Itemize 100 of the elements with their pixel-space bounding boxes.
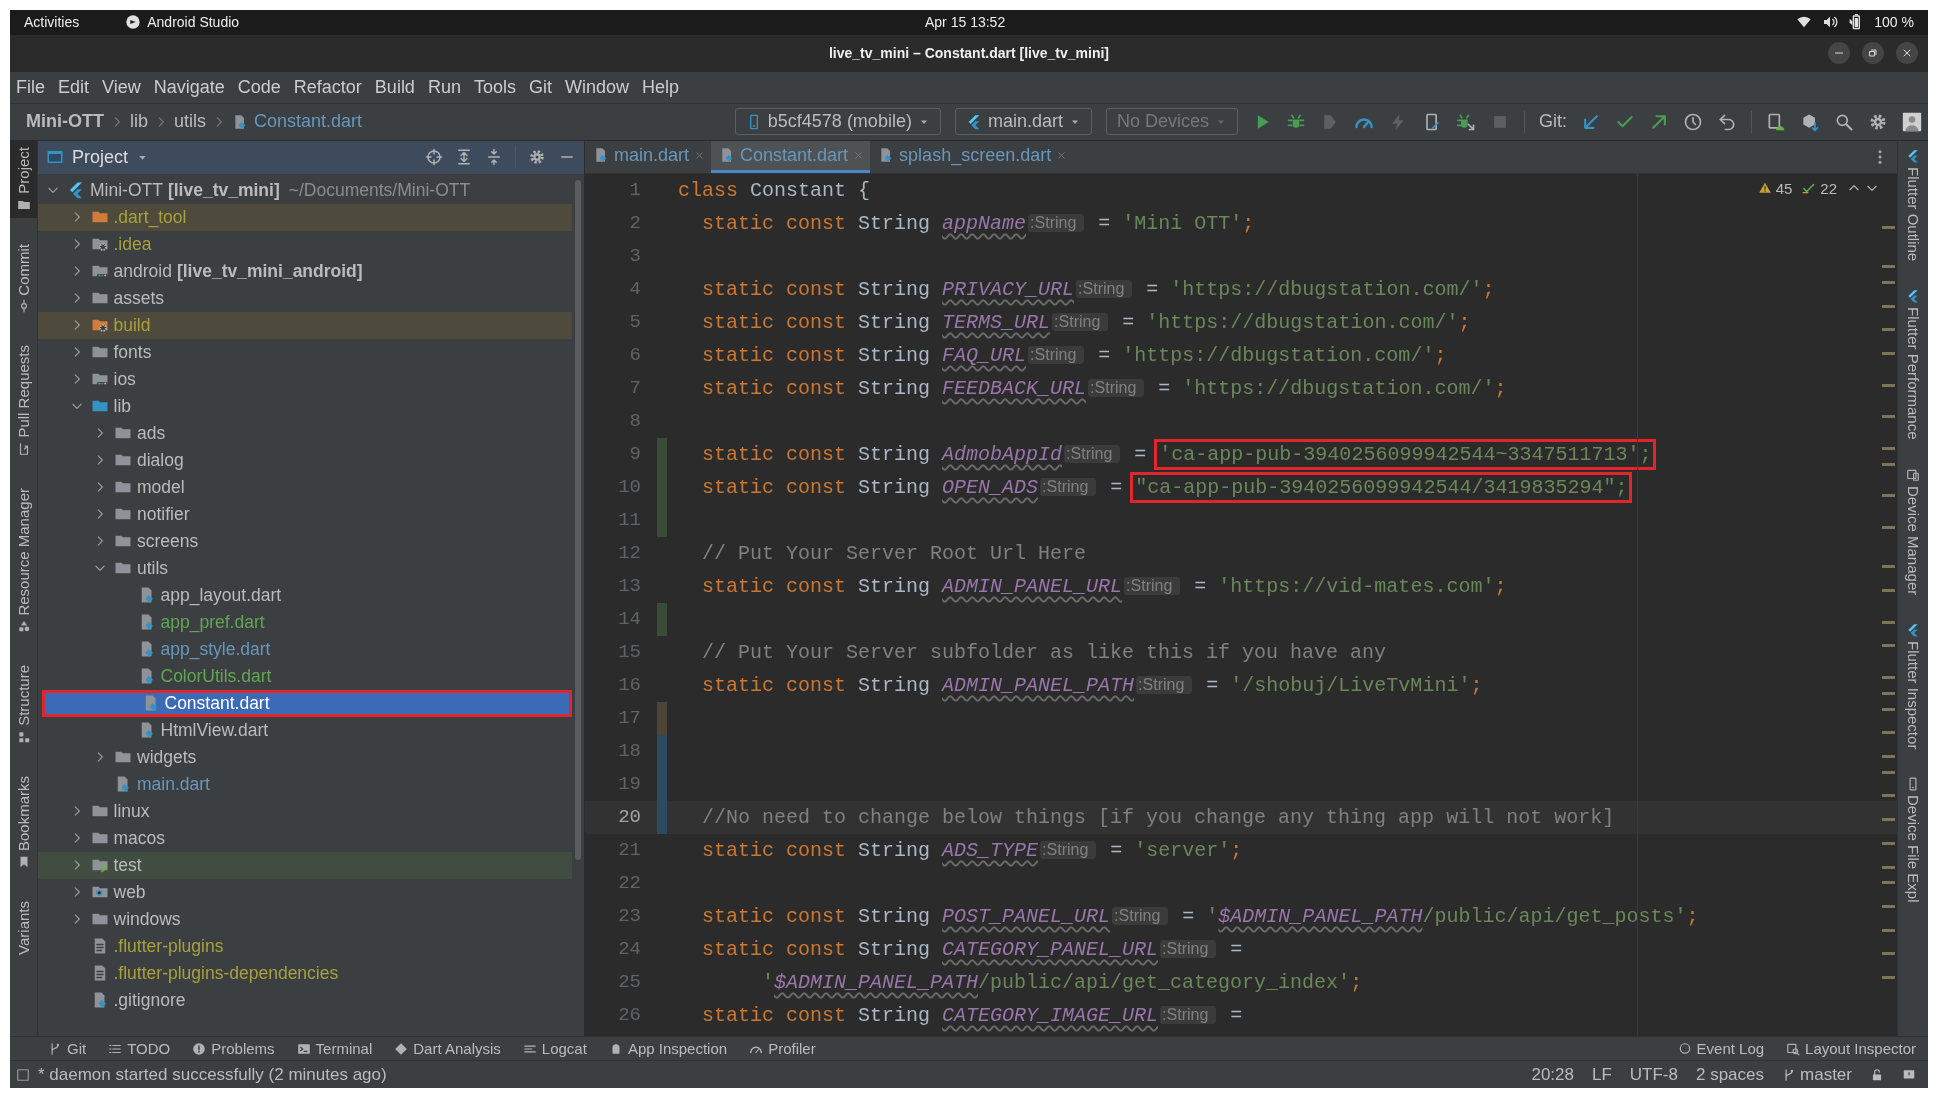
tree-item[interactable]: .idea [38,230,572,258]
tool-tab[interactable]: Logcat [522,1040,587,1058]
menu-item[interactable]: File [16,76,45,98]
tree-item[interactable]: notifier [38,500,572,528]
tool-tab[interactable]: Layout Inspector [1786,1040,1916,1058]
tool-window-tab[interactable]: Flutter Inspector [1904,622,1922,750]
attach-debugger-icon[interactable] [1456,111,1476,132]
tool-windows-icon[interactable] [16,1067,30,1082]
activities-button[interactable]: Activities [24,14,80,31]
tool-tab[interactable]: App Inspection [608,1040,728,1058]
status-item[interactable]: master [1782,1064,1852,1085]
tree-item[interactable]: fonts [38,338,572,366]
editor-tab[interactable]: main.dart [585,140,712,173]
tree-item[interactable]: android [live_tv_mini_android] [38,257,572,285]
status-item[interactable]: 20:28 [1531,1064,1574,1085]
tree-item[interactable]: macos [38,824,572,852]
tool-tab[interactable]: TODO [108,1040,171,1058]
breadcrumb-item[interactable]: Mini-OTT [26,111,104,133]
editor-tab[interactable]: splash_screen.dart [870,140,1074,173]
expand-all-icon[interactable] [455,148,473,167]
phone-icon[interactable] [1766,111,1786,132]
avatar-icon[interactable] [1902,111,1922,132]
tree-item[interactable]: widgets [38,743,572,771]
change-marker[interactable] [657,602,667,636]
tree-item[interactable]: app_layout.dart [38,581,572,609]
tool-window-tab[interactable]: Flutter Performance [1904,289,1922,440]
tool-tab[interactable]: Profiler [749,1040,816,1058]
menu-item[interactable]: View [102,76,141,98]
lock-icon[interactable] [1870,1067,1884,1082]
tree-item[interactable]: app_style.dart [38,635,572,663]
menu-item[interactable]: Run [427,76,461,98]
tool-window-tab[interactable]: Project [10,140,37,218]
breadcrumb-item[interactable]: lib [130,111,148,133]
tree-item[interactable]: .flutter-plugins [38,932,572,960]
status-item[interactable]: LF [1591,1064,1612,1085]
tool-window-tab[interactable]: Device File Expl [1904,777,1922,903]
tree-item[interactable]: model [38,473,572,501]
tree-item[interactable]: windows [38,905,572,933]
change-marker[interactable] [657,734,667,768]
undo-icon[interactable] [1717,111,1737,132]
breadcrumb-item[interactable]: Constant.dart [254,111,363,133]
tool-window-tab[interactable]: Pull Requests [10,339,37,462]
tree-item[interactable]: .flutter-plugins-dependencies [38,959,572,987]
tree-item[interactable]: dialog [38,446,572,474]
change-marker[interactable] [657,800,667,834]
menu-item[interactable]: Build [374,76,415,98]
tool-tab[interactable]: Dart Analysis [394,1040,501,1058]
tool-tab[interactable]: Event Log [1677,1040,1765,1058]
tool-tab[interactable]: Terminal [296,1040,373,1058]
tree-item[interactable]: utils [38,554,572,582]
clock-icon[interactable] [1683,111,1703,132]
device-dropdown[interactable]: b5cf4578 (mobile) [734,108,941,136]
tree-item[interactable]: app_pref.dart [38,608,572,636]
breadcrumb-item[interactable]: utils [174,111,206,133]
collapse-all-icon[interactable] [485,148,503,167]
change-marker[interactable] [657,437,667,471]
menu-item[interactable]: Navigate [153,76,225,98]
tool-window-tab[interactable]: Flutter Outline [1904,148,1922,262]
menu-item[interactable]: Refactor [293,76,362,98]
tree-item[interactable]: main.dart [38,770,572,798]
tree-item[interactable]: web [38,878,572,906]
change-marker[interactable] [657,503,667,537]
tree-item[interactable]: .gitignore [38,986,572,1014]
tool-tab[interactable]: Git [48,1040,87,1058]
settings-icon[interactable] [528,148,546,167]
tree-item[interactable]: ios [38,365,572,393]
tree-item[interactable]: lib [38,392,572,420]
tool-window-tab[interactable]: Commit [10,237,37,320]
close-icon[interactable] [853,149,865,161]
run-config-dropdown[interactable]: main.dart [954,108,1092,136]
tool-window-tab[interactable]: Variants [10,895,37,962]
tree-item[interactable]: test [38,851,572,879]
tree-item[interactable]: .dart_tool [38,203,572,231]
app-menu[interactable]: Android Studio [147,14,240,31]
tree-item[interactable]: HtmlView.dart [38,716,572,744]
close-icon[interactable] [1056,149,1068,161]
inspection-widget[interactable]: 45 22 [1757,179,1879,197]
tree-item[interactable]: ads [38,419,572,447]
tree-item[interactable]: screens [38,527,572,555]
status-item[interactable]: 2 spaces [1696,1064,1765,1085]
menu-item[interactable]: Git [528,76,552,98]
panel-title[interactable]: Project [72,146,129,168]
tree-item[interactable]: ColorUtils.dart [38,662,572,690]
tool-tab[interactable]: Problems [192,1040,275,1058]
status-item[interactable]: UTF-8 [1629,1064,1678,1085]
close-button[interactable] [1896,42,1918,64]
scrollbar[interactable] [575,179,581,860]
menu-item[interactable]: Code [237,76,281,98]
tool-window-tab[interactable]: Resource Manager [10,481,37,640]
tool-window-tab[interactable]: Device Manager [1904,467,1922,595]
restore-button[interactable] [1862,42,1884,64]
tree-item[interactable]: assets [38,284,572,312]
menu-item[interactable]: Help [642,76,680,98]
tree-item[interactable]: Constant.dart [42,689,572,717]
tree-item[interactable]: build [38,311,572,339]
close-icon[interactable] [694,149,706,161]
clock[interactable]: Apr 15 13:52 [925,14,1006,31]
menu-item[interactable]: Window [564,76,629,98]
tool-window-tab[interactable]: Structure [10,659,37,751]
menu-item[interactable]: Edit [58,76,90,98]
